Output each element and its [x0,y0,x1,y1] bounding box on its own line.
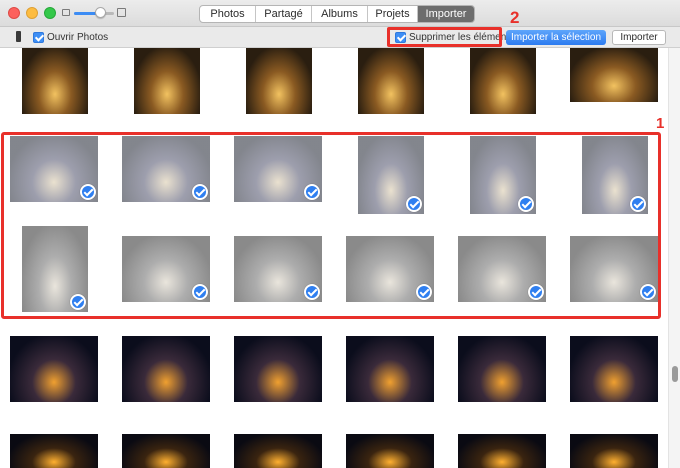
photo-thumbnail[interactable] [458,336,546,402]
photo-thumbnail[interactable] [234,336,322,402]
photo-thumbnail[interactable] [134,48,200,114]
photo-thumbnail[interactable] [122,336,210,402]
minimize-window-button[interactable] [26,7,38,19]
annotation-box-2 [387,27,502,47]
thumbnail-size-knob[interactable] [95,7,106,18]
tab-photos[interactable]: Photos [200,6,256,22]
vertical-scrollbar[interactable] [668,48,680,468]
thumbnail-size-slider[interactable] [74,12,114,15]
photo-thumbnail[interactable] [246,48,312,114]
small-thumbnail-icon [62,9,70,16]
iphone-device-icon [16,31,21,42]
photo-thumbnail[interactable] [346,434,434,468]
scrollbar-thumb[interactable] [672,366,678,382]
close-window-button[interactable] [8,7,20,19]
tab-importer[interactable]: Importer [418,6,474,22]
large-thumbnail-icon [117,8,126,17]
photo-thumbnail[interactable] [458,434,546,468]
photo-thumbnail[interactable] [22,48,88,114]
tab-partag[interactable]: Partagé [256,6,312,22]
photo-thumbnail[interactable] [570,434,658,468]
photo-thumbnail[interactable] [358,48,424,114]
photo-thumbnail[interactable] [470,48,536,114]
photo-thumbnail[interactable] [10,336,98,402]
import-selection-button[interactable]: Importer la sélection [506,30,606,45]
title-bar: Photos Partagé Albums Projets Importer [0,0,680,27]
photo-thumbnail[interactable] [10,434,98,468]
open-photos-label: Ouvrir Photos [47,32,109,43]
annotation-marker-2: 2 [510,8,520,27]
open-photos-checkbox[interactable] [33,32,44,43]
photo-thumbnail[interactable] [570,336,658,402]
tab-albums[interactable]: Albums [312,6,368,22]
zoom-window-button[interactable] [44,7,56,19]
tab-projets[interactable]: Projets [368,6,418,22]
photo-thumbnail[interactable] [234,434,322,468]
import-button[interactable]: Importer [612,30,666,45]
photo-thumbnail[interactable] [122,434,210,468]
view-tabs: Photos Partagé Albums Projets Importer [199,5,475,23]
annotation-box-1 [1,132,661,319]
photos-import-window: Photos Partagé Albums Projets Importer Ouvri… [0,0,680,468]
photo-thumbnail[interactable] [346,336,434,402]
photo-thumbnail[interactable] [570,48,658,102]
annotation-marker-1: 1 [656,115,665,132]
